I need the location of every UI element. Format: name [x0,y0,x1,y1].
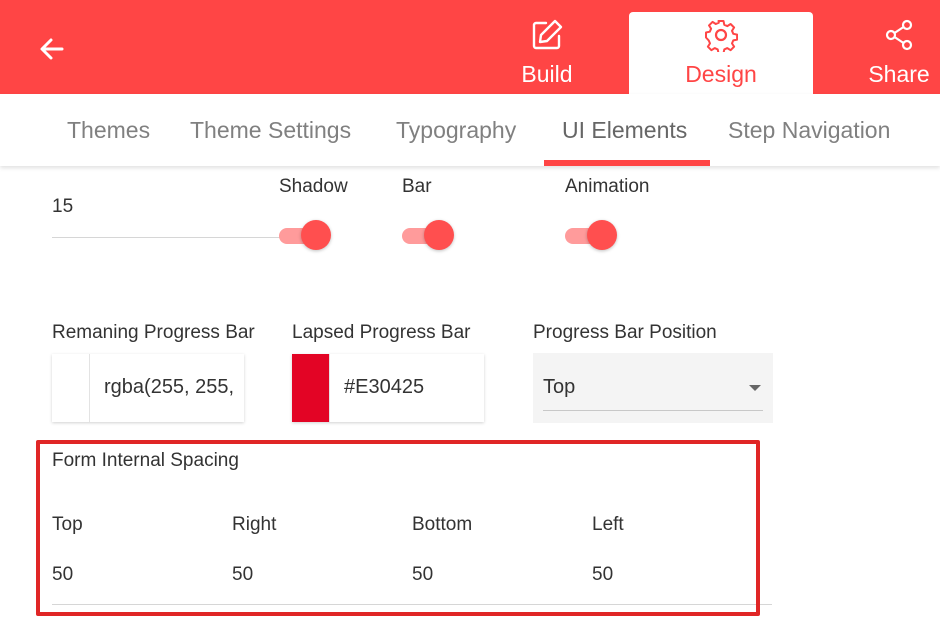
active-tab-indicator [544,160,710,166]
shadow-toggle[interactable] [279,220,331,250]
share-label: Share [868,61,930,87]
spacing-value-underline [52,237,292,238]
remaining-color-value[interactable]: rgba(255, 255, [104,376,242,399]
tab-themes[interactable]: Themes [67,94,150,166]
tab-step-navigation[interactable]: Step Navigation [728,94,890,166]
tab-typography[interactable]: Typography [396,94,516,166]
bar-label: Bar [402,176,432,197]
animation-toggle-thumb [587,220,617,250]
lapsed-color-value[interactable]: #E30425 [344,376,482,399]
bar-toggle[interactable] [402,220,454,250]
bar-toggle-thumb [424,220,454,250]
design-tabs: Themes Theme Settings Typography UI Elem… [0,94,940,166]
ui-elements-panel: 15 Shadow Bar Animation Remaning Progres… [0,166,940,640]
design-button[interactable]: Design [629,12,813,94]
lapsed-color-swatch[interactable] [292,354,330,422]
build-label: Build [521,61,573,87]
build-button[interactable]: Build [506,12,588,94]
app-header: Build Design Share [0,0,940,94]
lapsed-progress-bar-color-input[interactable]: #E30425 [292,354,484,422]
lapsed-progress-bar-label: Lapsed Progress Bar [292,322,471,343]
design-label: Design [685,61,757,87]
shadow-label: Shadow [279,176,348,197]
spacing-value[interactable]: 15 [52,196,73,218]
progress-bar-position-select[interactable]: Top [533,353,773,423]
tab-theme-settings[interactable]: Theme Settings [190,94,351,166]
highlight-annotation-box [36,440,760,616]
select-underline [543,410,763,411]
tab-ui-elements[interactable]: UI Elements [562,94,687,166]
progress-bar-position-label: Progress Bar Position [533,322,717,343]
edit-icon [532,19,563,50]
animation-label: Animation [565,176,650,197]
remaining-color-swatch[interactable] [52,354,90,422]
progress-bar-position-value: Top [543,376,576,398]
share-button[interactable]: Share [858,12,940,94]
animation-toggle[interactable] [565,220,617,250]
back-arrow-icon[interactable] [36,33,68,65]
remaining-progress-bar-color-input[interactable]: rgba(255, 255, [52,354,244,422]
share-icon [885,19,913,51]
gear-icon [705,20,738,52]
shadow-toggle-thumb [301,220,331,250]
remaining-progress-bar-label: Remaning Progress Bar [52,322,255,343]
dropdown-caret-icon [749,385,761,391]
